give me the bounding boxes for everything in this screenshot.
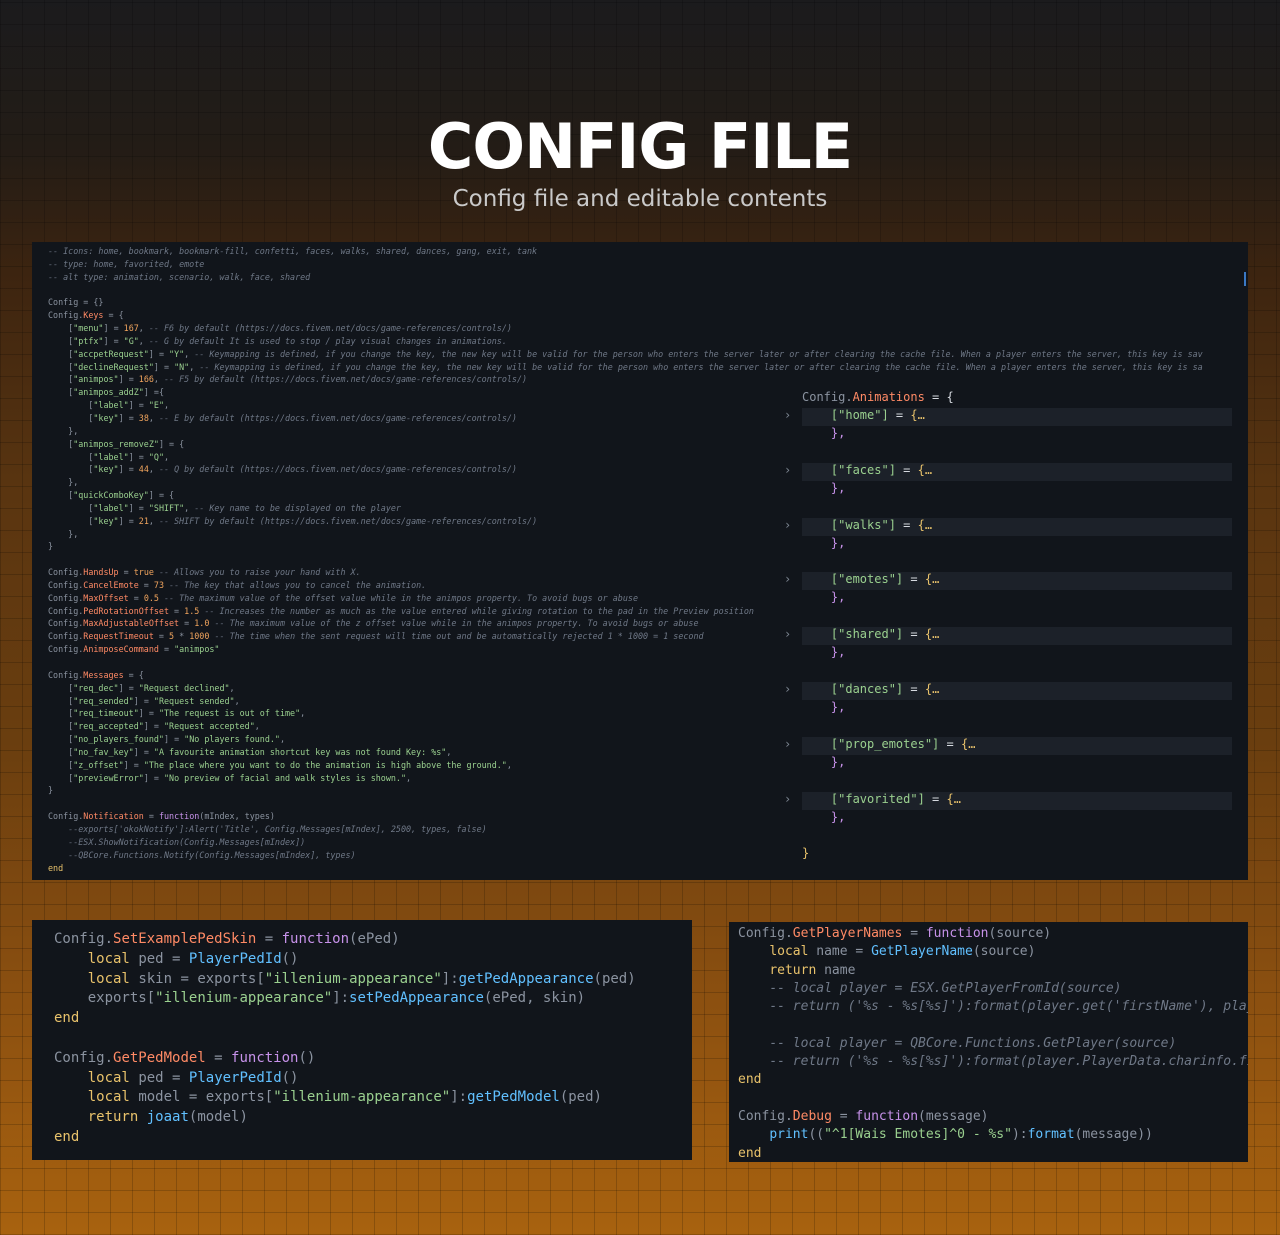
animation-entry[interactable]: › ["favorited"] = {…: [784, 791, 1232, 810]
code-line: Config.GetPedModel = function(): [54, 1049, 316, 1066]
animation-entry-close: },: [830, 645, 846, 660]
chevron-right-icon[interactable]: ›: [784, 518, 791, 532]
code-line: -- local player = ESX.GetPlayerFromId(so…: [769, 980, 1122, 996]
chevron-right-icon[interactable]: ›: [784, 737, 791, 751]
code-line: return joaat(model): [87, 1109, 248, 1126]
code-line: Config.GetPlayerNames = function(source): [738, 926, 1052, 941]
code-line: Config.Debug = function(message): [738, 1108, 989, 1124]
code-line: -- alt type: animation, scenario, walk, …: [48, 271, 311, 282]
code-line: Config.Keys = {: [48, 310, 124, 321]
animation-entry-close: },: [830, 754, 846, 769]
animation-entry-close: },: [830, 480, 846, 495]
scrollbar[interactable]: [1244, 272, 1246, 286]
player-code-panel: Config.GetPlayerNames = function(source)…: [729, 922, 1248, 1162]
code-line: local ped = PlayerPedId(): [87, 1069, 299, 1086]
code-line: local skin = exports["illenium-appearanc…: [87, 970, 636, 987]
code-line: ["accpetRequest"] = "Y", -- Keymapping i…: [48, 348, 1203, 359]
chevron-right-icon[interactable]: ›: [784, 627, 791, 641]
code-line: -- local player = QBCore.Functions.GetPl…: [769, 1035, 1177, 1051]
animations-block: Config.Animations = { › ["home"] = {… },…: [784, 390, 1232, 864]
code-line: local ped = PlayerPedId(): [87, 950, 299, 967]
code-line: Config.SetExamplePedSkin = function(ePed…: [54, 931, 400, 947]
page-title: CONFIG FILE: [427, 110, 853, 183]
chevron-right-icon[interactable]: ›: [784, 408, 791, 422]
code-line: local name = GetPlayerName(source): [769, 944, 1036, 960]
code-line: print(("^1[Wais Emotes]^0 - %s"):format(…: [769, 1127, 1153, 1143]
code-line: -- Icons: home, bookmark, bookmark-fill,…: [48, 246, 538, 256]
ped-code-panel: Config.SetExamplePedSkin = function(ePed…: [32, 920, 692, 1160]
code-line: end: [54, 1128, 80, 1145]
config-code-panel: -- Icons: home, bookmark, bookmark-fill,…: [32, 242, 1248, 880]
code-line: ["animpos"] = 166, -- F5 by default (htt…: [48, 374, 528, 385]
animation-entry-close: },: [830, 699, 846, 714]
code-line: -- return ('%s - %s[%s]'):format(player.…: [769, 999, 1248, 1015]
animation-entry[interactable]: › ["walks"] = {…: [784, 517, 1232, 536]
code-line: -- type: home, favorited, emote: [48, 258, 205, 269]
chevron-right-icon[interactable]: ›: [784, 682, 791, 696]
animations-header: Config.Animations = {: [802, 390, 954, 404]
code-line: ["ptfx"] = "G", -- G by default It is us…: [48, 335, 507, 346]
chevron-right-icon[interactable]: ›: [784, 463, 791, 477]
chevron-right-icon[interactable]: ›: [784, 572, 791, 586]
page-subtitle: Config file and editable contents: [452, 186, 828, 212]
code-line: end: [738, 1072, 762, 1088]
animation-entry-close: },: [830, 535, 846, 550]
code-line: exports["illenium-appearance"]:setPedApp…: [87, 990, 586, 1007]
code-line: return name: [769, 962, 856, 978]
animation-entry[interactable]: › ["home"] = {…: [784, 408, 1232, 426]
animation-entry[interactable]: › ["prop_emotes"] = {…: [784, 736, 1232, 755]
animations-list: › ["home"] = {… }, › ["faces"] = {… }, › […: [784, 408, 1232, 828]
code-line: end: [54, 1010, 80, 1027]
code-line: local model = exports["illenium-appearan…: [87, 1089, 602, 1106]
animation-entry[interactable]: › ["dances"] = {…: [784, 681, 1232, 700]
animation-entry[interactable]: › ["faces"] = {…: [784, 462, 1232, 481]
animations-close: }: [802, 846, 810, 861]
animation-entry[interactable]: › ["shared"] = {…: [784, 627, 1232, 646]
code-line: end: [738, 1145, 762, 1161]
ped-code-lines: Config.SetExamplePedSkin = function(ePed…: [54, 931, 636, 1149]
animation-entry-close: },: [830, 809, 846, 824]
player-code-lines: Config.GetPlayerNames = function(source)…: [738, 926, 1248, 1162]
chevron-right-icon[interactable]: ›: [784, 792, 791, 806]
code-line: -- return ('%s - %s[%s]'):format(player.…: [769, 1054, 1248, 1070]
code-line: ["menu"] = 167, -- F6 by default (https:…: [48, 323, 512, 334]
animation-entry[interactable]: › ["emotes"] = {…: [784, 572, 1232, 591]
animation-entry-close: },: [830, 590, 846, 605]
code-line: ["declineRequest"] = "N", -- Keymapping …: [48, 361, 1203, 372]
code-line: Config = {}: [48, 297, 104, 308]
animation-entry-close: },: [830, 426, 846, 440]
